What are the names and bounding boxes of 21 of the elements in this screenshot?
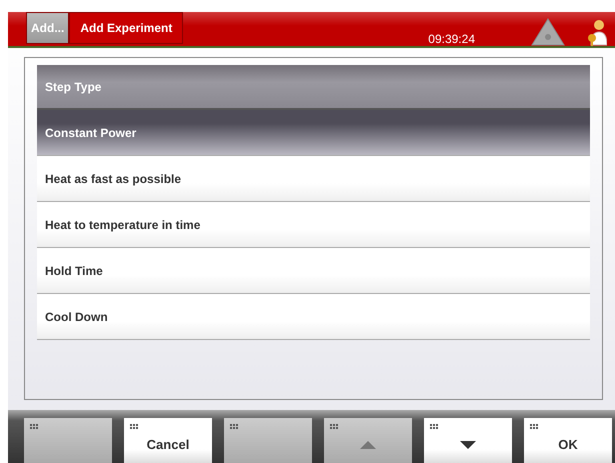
user-key-icon[interactable] [587, 18, 607, 46]
grip-icon [30, 424, 38, 429]
down-button[interactable] [424, 418, 512, 463]
list-item[interactable]: Heat to temperature in time [37, 202, 590, 248]
list-item[interactable]: Heat as fast as possible [37, 156, 590, 202]
action-button[interactable]: Cancel [124, 418, 212, 463]
list-item[interactable]: Cool Down [37, 294, 590, 340]
clock-time: 09:39:24 [428, 31, 475, 48]
list-item[interactable]: Hold Time [37, 248, 590, 294]
grip-icon [430, 424, 438, 429]
grip-icon [230, 424, 238, 429]
grip-icon [130, 424, 138, 429]
breadcrumb-button[interactable]: Add Experiment [69, 12, 184, 44]
grip-icon [530, 424, 538, 429]
down-arrow-icon [460, 441, 476, 449]
grip-icon [330, 424, 338, 429]
action-button[interactable]: OK [524, 418, 612, 463]
list-item[interactable]: Constant Power [37, 110, 590, 156]
list-header: Step Type [37, 65, 590, 110]
up-arrow-icon [360, 441, 376, 449]
warning-icon[interactable] [531, 18, 565, 46]
